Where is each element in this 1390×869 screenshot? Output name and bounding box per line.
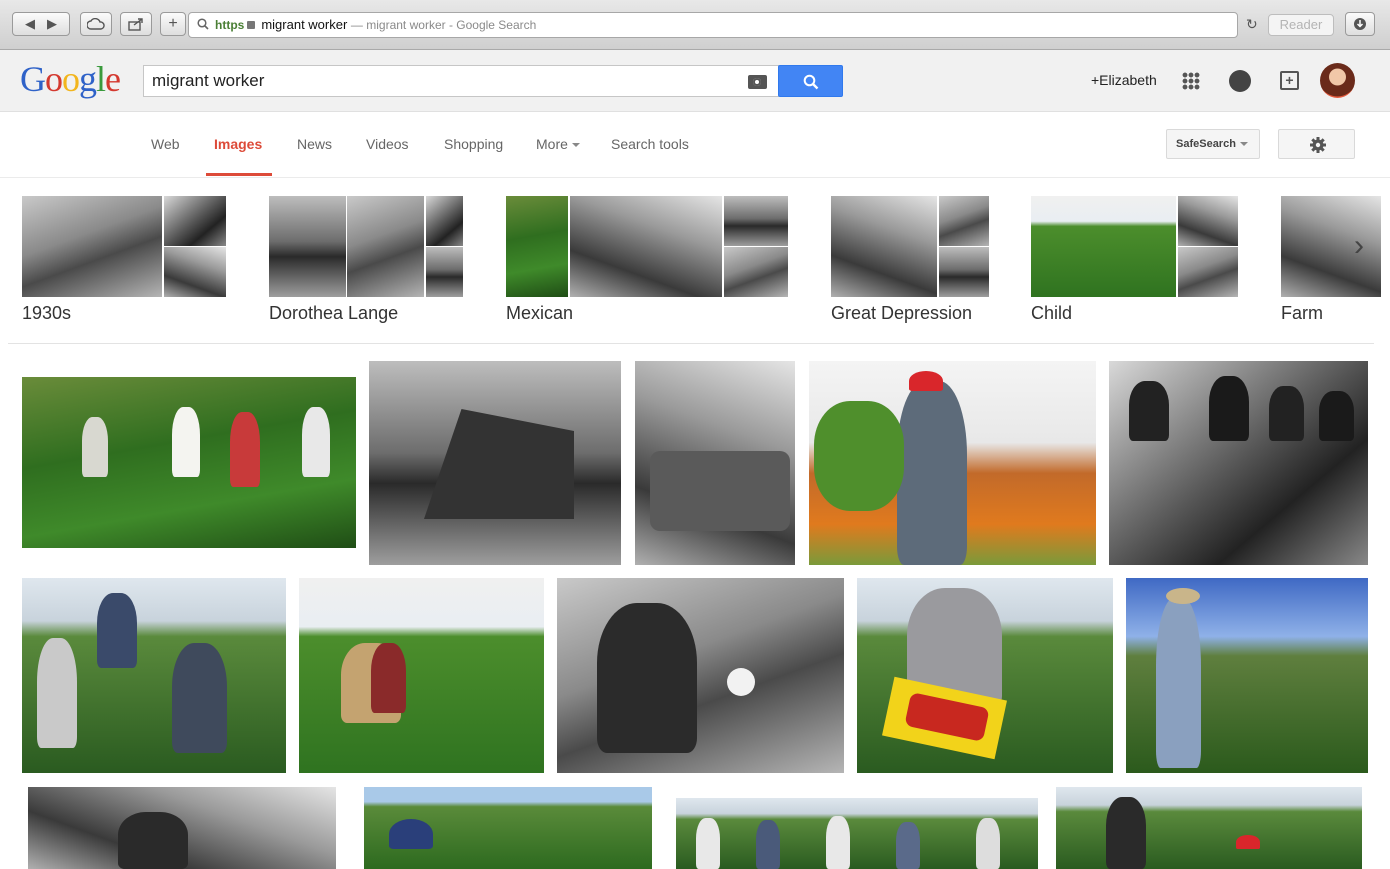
related-thumbnail (1178, 247, 1238, 297)
related-thumbnail (426, 196, 463, 246)
icloud-tabs-button[interactable] (80, 12, 112, 36)
related-item-1930s[interactable]: 1930s (22, 196, 226, 323)
forward-icon[interactable]: ▶ (41, 13, 63, 35)
image-result[interactable] (22, 377, 356, 548)
related-thumbnail (724, 247, 788, 297)
browser-toolbar: ◀ ▶ + https migrant worker — migrant worke… (0, 0, 1390, 50)
active-tab-indicator (206, 173, 272, 176)
image-result[interactable] (676, 798, 1038, 869)
chevron-down-icon (1239, 142, 1248, 147)
logo-letter: o (62, 59, 80, 99)
tab-search-tools[interactable]: Search tools (611, 136, 689, 152)
chevron-down-icon (571, 143, 580, 148)
related-thumbnail (1031, 196, 1176, 297)
camera-icon[interactable] (748, 75, 767, 89)
safesearch-label: SafeSearch (1176, 138, 1236, 150)
new-tab-button[interactable]: + (160, 12, 186, 36)
related-thumbnail (347, 196, 424, 297)
back-icon[interactable]: ◀ (19, 13, 41, 35)
share-arrow-icon (128, 18, 143, 31)
url-scheme: https (215, 18, 245, 32)
tab-more-label: More (536, 136, 568, 152)
related-thumbnail (570, 196, 722, 297)
google-logo[interactable]: Google (20, 59, 121, 99)
image-result[interactable] (1126, 578, 1368, 773)
related-thumbnail (831, 196, 937, 297)
search-icon (197, 18, 209, 30)
cloud-icon (86, 17, 105, 30)
related-label: 1930s (22, 303, 72, 323)
avatar[interactable] (1320, 63, 1355, 98)
logo-letter: e (105, 59, 121, 99)
url-text: migrant worker (261, 17, 348, 32)
related-thumbnail (164, 196, 226, 246)
tab-web[interactable]: Web (151, 136, 180, 152)
user-profile-link[interactable]: +Elizabeth (1091, 72, 1157, 88)
related-thumbnail (939, 196, 989, 246)
apps-grid-icon[interactable] (1182, 72, 1200, 90)
image-result[interactable] (22, 578, 286, 773)
image-result[interactable] (635, 361, 795, 565)
related-thumbnail (22, 196, 162, 297)
image-result[interactable] (809, 361, 1096, 565)
reload-icon[interactable]: ↻ (1246, 16, 1258, 33)
related-label: Child (1031, 303, 1073, 323)
back-forward-buttons[interactable]: ◀ ▶ (12, 12, 70, 36)
tab-images[interactable]: Images (214, 136, 262, 152)
related-label: Dorothea Lange (269, 303, 399, 323)
search-icon (803, 74, 819, 90)
downloads-button[interactable] (1345, 12, 1375, 36)
tab-videos[interactable]: Videos (366, 136, 409, 152)
share-button[interactable] (120, 12, 152, 36)
related-thumbnail (269, 196, 346, 297)
tab-shopping[interactable]: Shopping (444, 136, 503, 152)
related-thumbnail (1178, 196, 1238, 246)
image-result[interactable] (557, 578, 844, 773)
related-thumbnail (426, 247, 463, 297)
section-divider (8, 343, 1374, 344)
lock-icon (247, 21, 256, 29)
logo-letter: o (45, 59, 63, 99)
related-item-great-depression[interactable]: Great Depression (831, 196, 989, 323)
image-result[interactable] (1109, 361, 1368, 565)
tab-more[interactable]: More (536, 136, 580, 152)
search-box (143, 65, 779, 97)
download-icon (1354, 18, 1366, 30)
related-thumbnail (724, 196, 788, 246)
logo-letter: l (96, 59, 106, 99)
related-label: Farm (1281, 303, 1323, 323)
search-input[interactable] (152, 66, 732, 96)
notifications-icon[interactable] (1229, 70, 1251, 92)
page-title-text: — migrant worker - Google Search (350, 18, 537, 32)
related-item-child[interactable]: Child (1031, 196, 1238, 323)
image-result[interactable] (1056, 787, 1362, 869)
related-searches: 1930s Dorothea Lange Mexican Great Depre… (0, 178, 1390, 344)
share-plus-icon[interactable]: + (1280, 71, 1299, 90)
related-thumbnail (939, 247, 989, 297)
chevron-right-icon[interactable]: › (1344, 231, 1374, 262)
logo-letter: g (79, 59, 97, 99)
address-bar[interactable]: https migrant worker — migrant worker - G… (188, 12, 1238, 38)
image-result[interactable] (369, 361, 621, 565)
logo-letter: G (20, 59, 46, 99)
gear-icon (1310, 137, 1326, 153)
image-result[interactable] (299, 578, 544, 773)
related-thumbnail (506, 196, 568, 297)
related-label: Mexican (506, 303, 574, 323)
image-result[interactable] (364, 787, 652, 869)
reader-button[interactable]: Reader (1268, 14, 1334, 36)
image-result[interactable] (28, 787, 336, 869)
safesearch-button[interactable]: SafeSearch (1166, 129, 1260, 159)
related-thumbnail (164, 247, 226, 297)
related-item-mexican[interactable]: Mexican (506, 196, 788, 323)
search-nav: Web Images News Videos Shopping More Sea… (0, 112, 1390, 178)
related-item-dorothea-lange[interactable]: Dorothea Lange (269, 196, 463, 323)
settings-button[interactable] (1278, 129, 1355, 159)
google-header: Google +Elizabeth + (0, 50, 1390, 112)
search-button[interactable] (778, 65, 843, 97)
image-result[interactable] (857, 578, 1113, 773)
tab-news[interactable]: News (297, 136, 332, 152)
related-label: Great Depression (831, 303, 973, 323)
